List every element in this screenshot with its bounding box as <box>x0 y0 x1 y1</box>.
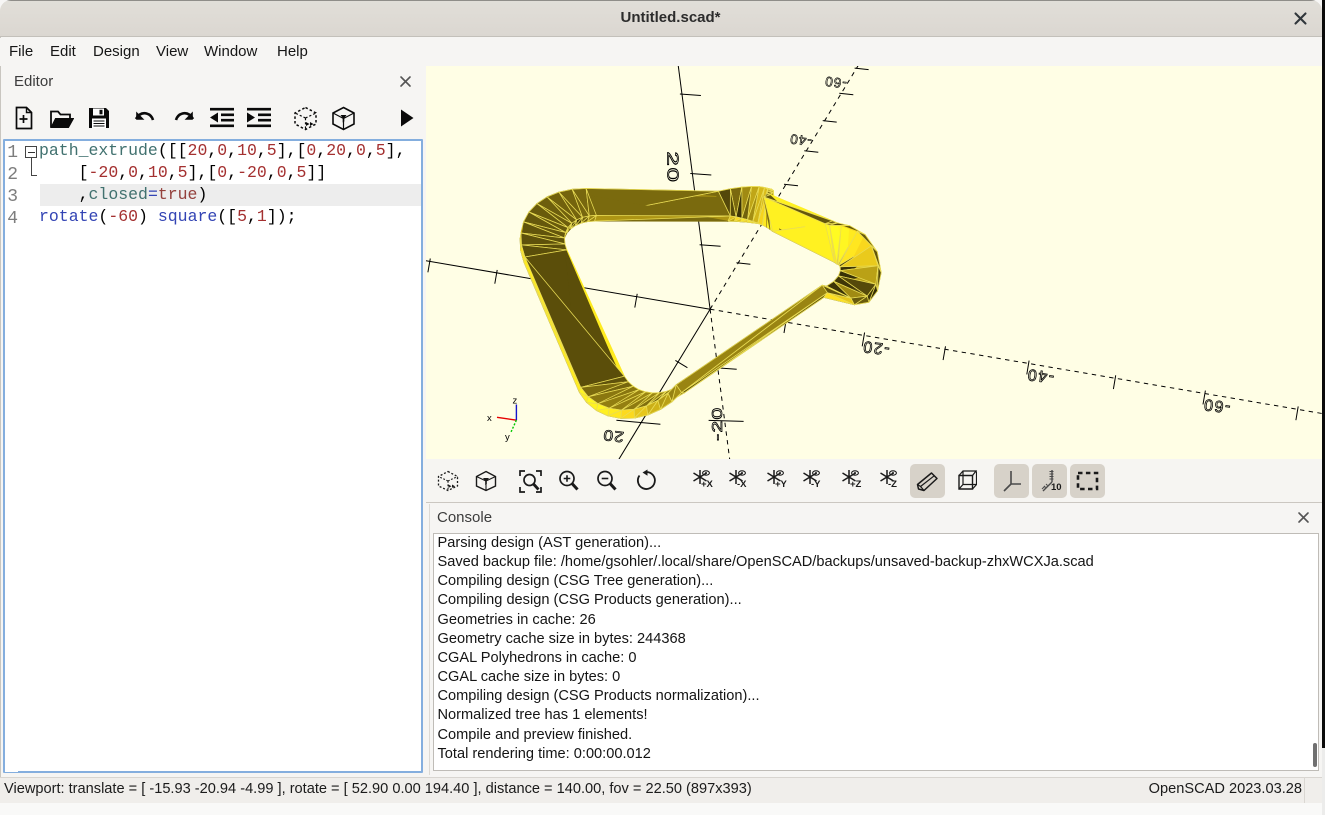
svg-text:x: x <box>487 413 492 424</box>
svg-text:-60: -60 <box>823 73 847 91</box>
svg-text:-20: -20 <box>861 337 890 357</box>
svg-text:-60: -60 <box>1202 395 1231 415</box>
svg-text:-40: -40 <box>788 131 812 149</box>
svg-text:z: z <box>513 395 518 406</box>
svg-text:10: 10 <box>1051 482 1062 493</box>
svg-text:-20: -20 <box>708 406 725 441</box>
svg-text:20: 20 <box>601 426 624 445</box>
svg-text:20: 20 <box>664 152 682 184</box>
svg-text:-40: -40 <box>1026 365 1055 385</box>
svg-text:y: y <box>505 432 510 443</box>
